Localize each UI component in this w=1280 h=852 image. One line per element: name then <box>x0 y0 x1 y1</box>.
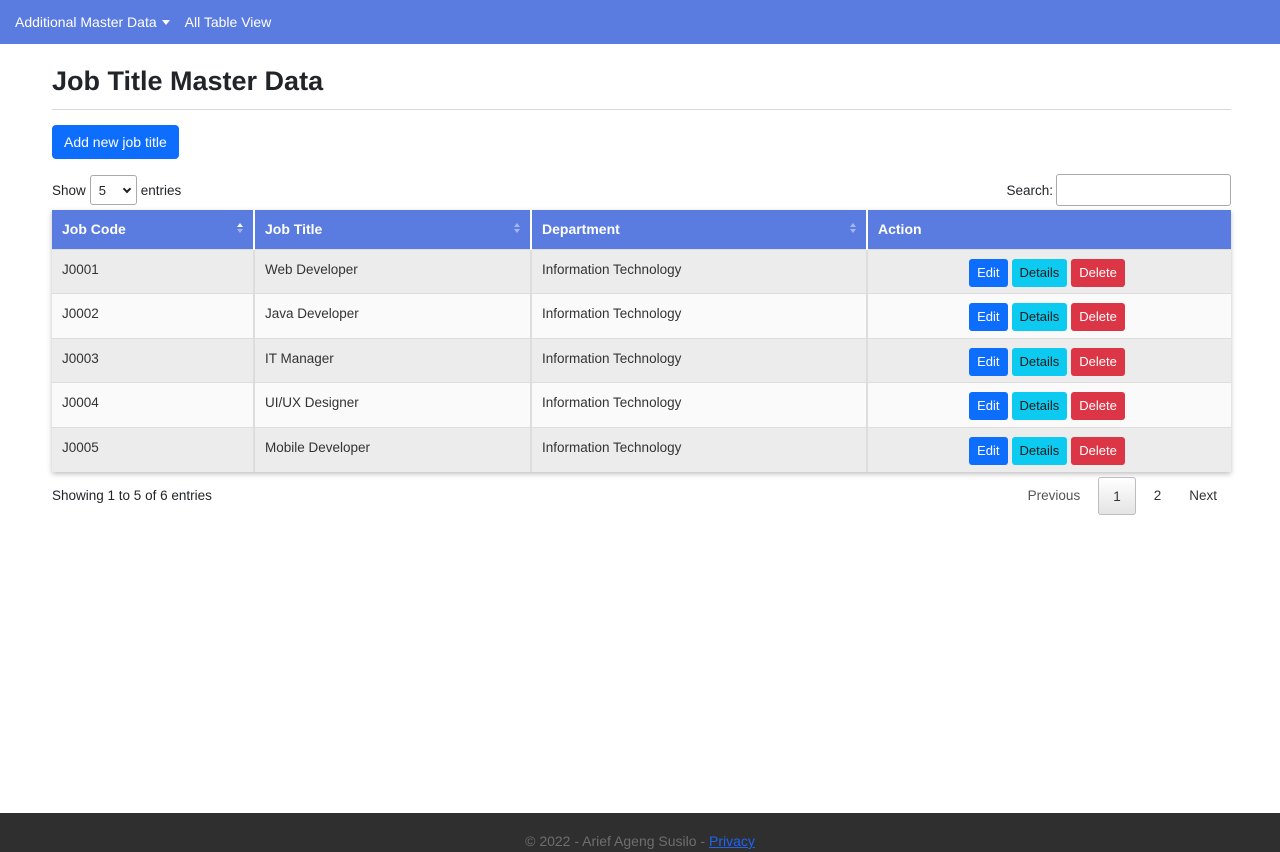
details-button[interactable]: Details <box>1011 303 1068 332</box>
pagination-next[interactable]: Next <box>1175 477 1231 515</box>
job-title-table: Job Code Job Title Department Action J00… <box>52 210 1231 472</box>
pagination-previous[interactable]: Previous <box>1014 477 1095 515</box>
details-button[interactable]: Details <box>1011 347 1068 376</box>
department-cell: Information Technology <box>531 293 868 339</box>
entries-label: entries <box>140 182 182 198</box>
table-row: J0004 UI/UX Designer Information Technol… <box>52 382 1231 428</box>
actions-cell: Edit Details Delete <box>867 426 1231 472</box>
page-length-control: Show 5 entries <box>52 175 181 205</box>
actions-cell: Edit Details Delete <box>867 248 1231 294</box>
delete-button[interactable]: Delete <box>1071 347 1125 376</box>
table-row: J0003 IT Manager Information Technology … <box>52 337 1231 383</box>
delete-button[interactable]: Delete <box>1071 436 1125 465</box>
column-header-label: Action <box>878 221 922 238</box>
search-input[interactable] <box>1056 174 1231 206</box>
search-control: Search: <box>1006 174 1231 206</box>
datatable-controls: Show 5 entries Search: <box>52 174 1231 206</box>
delete-button[interactable]: Delete <box>1071 258 1125 287</box>
sort-icon <box>850 223 856 233</box>
table-row: J0002 Java Developer Information Technol… <box>52 293 1231 339</box>
edit-button[interactable]: Edit <box>969 258 1008 287</box>
show-label: Show <box>52 182 86 198</box>
column-header-job-title[interactable]: Job Title <box>254 210 532 249</box>
actions-cell: Edit Details Delete <box>867 337 1231 383</box>
delete-button[interactable]: Delete <box>1071 303 1125 332</box>
nav-additional-master-data-label: Additional Master Data <box>15 14 157 30</box>
department-cell: Information Technology <box>531 426 868 472</box>
pagination-page-2[interactable]: 2 <box>1140 477 1176 515</box>
title-divider <box>52 109 1231 110</box>
department-cell: Information Technology <box>531 382 868 428</box>
privacy-link[interactable]: Privacy <box>709 833 755 849</box>
job-code-cell: J0001 <box>52 248 255 294</box>
job-title-cell: Web Developer <box>254 248 532 294</box>
job-code-cell: J0002 <box>52 293 255 339</box>
search-label: Search: <box>1006 182 1053 198</box>
footer-text: © 2022 - Arief Ageng Susilo - <box>525 833 709 849</box>
pagination: Previous 1 2 Next <box>1014 476 1231 515</box>
job-title-cell: UI/UX Designer <box>254 382 532 428</box>
job-title-cell: Mobile Developer <box>254 426 532 472</box>
job-code-cell: J0003 <box>52 337 255 383</box>
caret-down-icon <box>161 20 170 25</box>
table-header-row: Job Code Job Title Department Action <box>52 210 1231 249</box>
nav-additional-master-data[interactable]: Additional Master Data <box>15 14 170 30</box>
details-button[interactable]: Details <box>1011 258 1068 287</box>
page-footer: © 2022 - Arief Ageng Susilo - Privacy <box>0 813 1280 852</box>
column-header-action: Action <box>867 210 1231 249</box>
column-header-label: Job Title <box>265 221 323 238</box>
table-info: Showing 1 to 5 of 6 entries <box>52 488 212 504</box>
edit-button[interactable]: Edit <box>969 392 1008 421</box>
details-button[interactable]: Details <box>1011 392 1068 421</box>
actions-cell: Edit Details Delete <box>867 382 1231 428</box>
department-cell: Information Technology <box>531 337 868 383</box>
page-title: Job Title Master Data <box>52 66 324 96</box>
chevron-down-icon <box>122 184 132 193</box>
sort-asc-icon <box>237 223 243 233</box>
nav-all-table-view-label: All Table View <box>184 14 272 30</box>
edit-button[interactable]: Edit <box>969 347 1008 376</box>
edit-button[interactable]: Edit <box>969 303 1008 332</box>
table-row: J0001 Web Developer Information Technolo… <box>52 248 1231 294</box>
table-row: J0005 Mobile Developer Information Techn… <box>52 426 1231 472</box>
nav-all-table-view[interactable]: All Table View <box>185 14 272 30</box>
top-navbar: Additional Master Data All Table View <box>0 0 1280 44</box>
sort-icon <box>514 223 520 233</box>
column-header-department[interactable]: Department <box>531 210 868 249</box>
department-cell: Information Technology <box>531 248 868 294</box>
job-title-cell: Java Developer <box>254 293 532 339</box>
page-length-value: 5 <box>98 182 107 198</box>
column-header-job-code[interactable]: Job Code <box>52 210 255 249</box>
main-container: Job Title Master Data Add new job title … <box>52 44 1231 515</box>
column-header-label: Department <box>542 221 620 238</box>
delete-button[interactable]: Delete <box>1071 392 1125 421</box>
details-button[interactable]: Details <box>1011 436 1068 465</box>
actions-cell: Edit Details Delete <box>867 293 1231 339</box>
page-length-select[interactable]: 5 <box>89 175 137 205</box>
datatable-footer: Showing 1 to 5 of 6 entries Previous 1 2… <box>52 476 1231 515</box>
edit-button[interactable]: Edit <box>969 436 1008 465</box>
job-title-cell: IT Manager <box>254 337 532 383</box>
pagination-page-1[interactable]: 1 <box>1098 476 1136 515</box>
add-job-title-button[interactable]: Add new job title <box>52 125 179 159</box>
job-code-cell: J0004 <box>52 382 255 428</box>
column-header-label: Job Code <box>62 221 126 238</box>
job-code-cell: J0005 <box>52 426 255 472</box>
